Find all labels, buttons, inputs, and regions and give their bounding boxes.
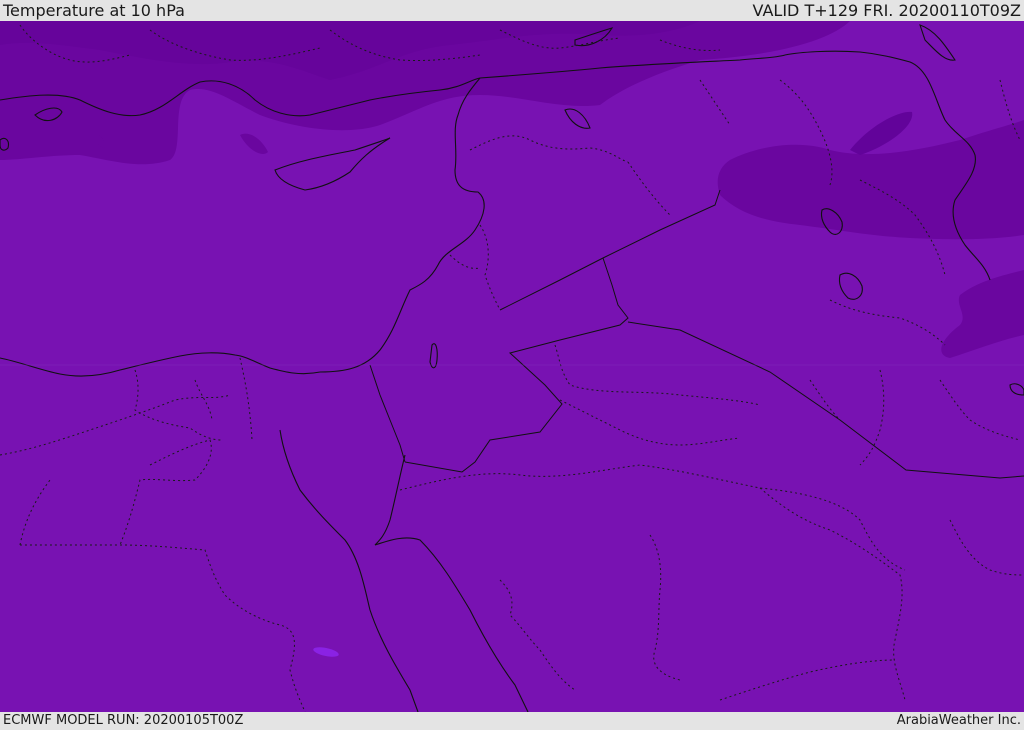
model-run: ECMWF MODEL RUN: 20200105T00Z [3,713,244,728]
temperature-map [0,21,1024,712]
header-bar: Temperature at 10 hPa VALID T+129 FRI. 2… [0,0,1024,21]
valid-time: VALID T+129 FRI. 20200110T09Z [752,1,1021,20]
credit: ArabiaWeather Inc. [896,713,1021,728]
map-title: Temperature at 10 hPa [3,1,185,20]
footer-bar: ECMWF MODEL RUN: 20200105T00Z ArabiaWeat… [0,712,1024,729]
map-canvas [0,21,1024,712]
